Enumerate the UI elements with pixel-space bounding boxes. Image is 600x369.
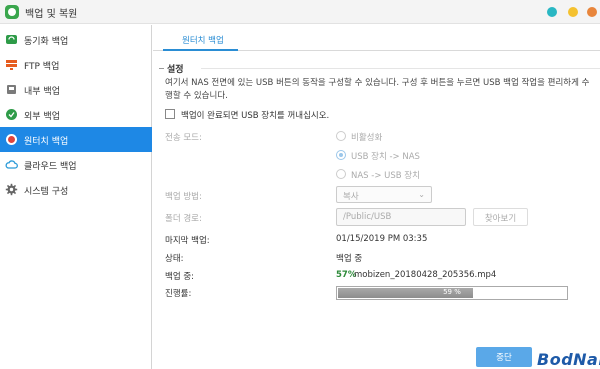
backing-up-file: mobizen_20180428_205356.mp4 — [354, 270, 497, 280]
tab-one-touch-backup[interactable]: 원터치 백업 — [163, 25, 238, 51]
folder-path-label: 폴더 경로: — [165, 214, 202, 224]
browse-label: 찾아보기 — [484, 214, 517, 224]
sidebar-item-label: 내부 백업 — [24, 87, 60, 97]
browse-button[interactable]: 찾아보기 — [473, 208, 528, 226]
internal-backup-icon — [7, 85, 16, 94]
external-backup-icon — [6, 109, 17, 120]
status-value: 백업 중 — [336, 254, 363, 264]
description: 여기서 NAS 전면에 있는 USB 버튼의 동작을 구성할 수 있습니다. 구… — [165, 78, 590, 101]
folder-path-value: /Public/USB — [343, 212, 392, 222]
backup-method-select[interactable]: 복사 ⌄ — [336, 186, 432, 203]
radio-disabled[interactable] — [336, 131, 346, 141]
sidebar-item-system-config[interactable]: 시스템 구성 — [0, 177, 152, 202]
tab-bar: 원터치 백업 — [153, 25, 600, 51]
radio-label: USB 장치 -> NAS — [351, 152, 420, 162]
transfer-mode-label: 전송 모드: — [165, 133, 202, 143]
gear-icon — [5, 183, 18, 196]
eject-usb-checkbox[interactable] — [165, 109, 175, 119]
radio-usb-to-nas[interactable] — [336, 150, 346, 160]
status-label: 상태: — [165, 254, 184, 264]
sidebar-item-label: 시스템 구성 — [24, 187, 69, 197]
stop-button[interactable]: 중단 — [476, 347, 532, 367]
sidebar-item-label: 클라우드 백업 — [24, 162, 77, 172]
stop-label: 중단 — [496, 353, 512, 363]
progress-text: 59 % — [443, 288, 461, 296]
chevron-down-icon: ⌄ — [418, 190, 425, 199]
ftp-icon — [6, 60, 17, 70]
settings-panel: 설정 여기서 NAS 전면에 있는 USB 버튼의 동작을 구성할 수 있습니다… — [153, 52, 600, 369]
section-divider — [201, 68, 600, 69]
sidebar-item-sync-backup[interactable]: 동기화 백업 — [0, 27, 152, 52]
sidebar-item-label: 외부 백업 — [24, 112, 60, 122]
last-backup-label: 마지막 백업: — [165, 236, 210, 246]
progress-label: 진행률: — [165, 289, 192, 299]
sidebar-item-ftp-backup[interactable]: FTP 백업 — [0, 52, 152, 77]
app-icon — [5, 5, 19, 19]
window-title: 백업 및 복원 — [25, 9, 78, 20]
sidebar-item-label: FTP 백업 — [24, 62, 60, 72]
one-touch-icon — [6, 134, 17, 145]
sidebar-item-internal-backup[interactable]: 내부 백업 — [0, 77, 152, 102]
eject-usb-label: 백업이 완료되면 USB 장치를 꺼내십시오. — [181, 111, 330, 121]
sidebar-item-cloud-backup[interactable]: 클라우드 백업 — [0, 152, 152, 177]
minimize-button[interactable] — [547, 7, 557, 17]
sidebar: 동기화 백업 FTP 백업 내부 백업 외부 백업 원터치 백업 클라우드 백업… — [0, 25, 152, 369]
radio-label: NAS -> USB 장치 — [351, 171, 420, 181]
radio-nas-to-usb[interactable] — [336, 169, 346, 179]
watermark: BodNara — [537, 350, 600, 369]
title-bar: 백업 및 복원 — [0, 0, 600, 24]
backup-method-label: 백업 방법: — [165, 192, 202, 202]
radio-label: 비활성화 — [351, 133, 383, 143]
progress-bar: 59 % — [336, 286, 568, 300]
sidebar-item-label: 동기화 백업 — [24, 37, 69, 47]
tab-label: 원터치 백업 — [182, 36, 224, 46]
close-button[interactable] — [587, 7, 597, 17]
backing-up-label: 백업 중: — [165, 272, 195, 282]
maximize-button[interactable] — [568, 7, 578, 17]
folder-path-field[interactable]: /Public/USB — [336, 208, 466, 226]
sidebar-item-one-touch-backup[interactable]: 원터치 백업 — [0, 127, 152, 152]
backup-method-value: 복사 — [343, 192, 359, 202]
cloud-icon — [5, 160, 18, 169]
section-title: 설정 — [159, 62, 184, 75]
last-backup-value: 01/15/2019 PM 03:35 — [336, 234, 428, 244]
sidebar-item-label: 원터치 백업 — [24, 137, 69, 147]
sidebar-item-external-backup[interactable]: 외부 백업 — [0, 102, 152, 127]
sync-icon — [6, 35, 17, 44]
